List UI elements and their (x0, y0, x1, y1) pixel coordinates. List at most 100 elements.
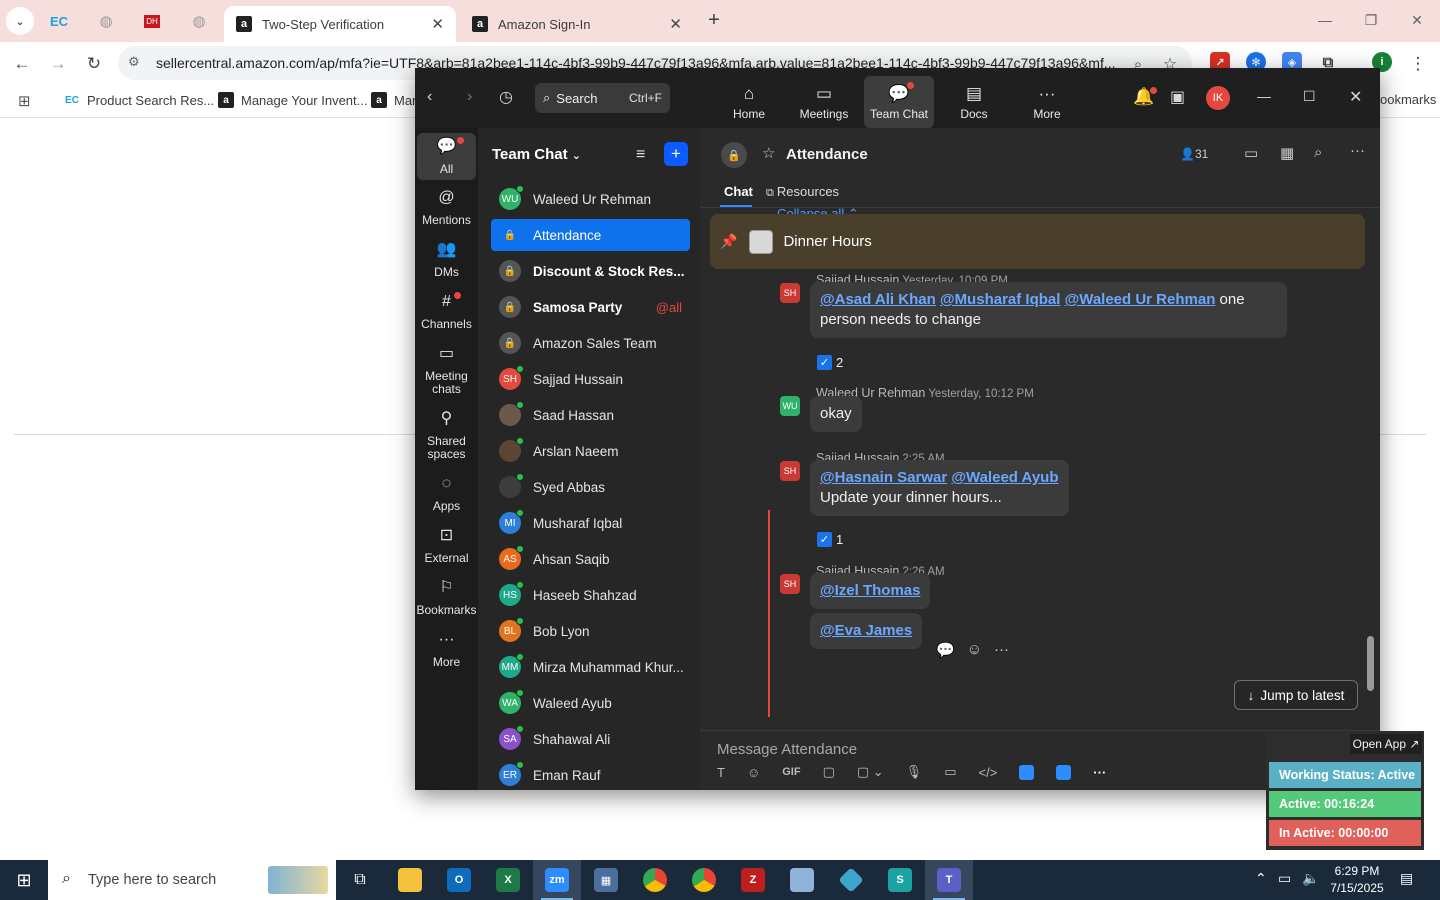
forward-arrow-icon[interactable]: › (467, 88, 472, 106)
calendar-icon[interactable]: ▦ (1280, 144, 1294, 162)
pinned-tab-4[interactable]: ◍ (188, 10, 210, 32)
gif-icon[interactable]: GIF (782, 766, 800, 778)
more-icon[interactable]: ··· (1093, 765, 1106, 780)
history-icon[interactable]: ◷ (499, 87, 513, 107)
channel-item[interactable]: 🔒 Discount & Stock Res... (491, 255, 690, 287)
rail-item-dms[interactable]: 👥 DMs (417, 242, 476, 279)
bell-icon[interactable]: 🔔 (1133, 87, 1158, 107)
dm-item[interactable]: MM Mirza Muhammad Khur... (491, 651, 690, 683)
chevron-up-icon[interactable]: ⌃ (1255, 870, 1267, 887)
avatar[interactable]: SH (780, 283, 800, 303)
app-icon[interactable] (1019, 764, 1035, 780)
teams-app-icon[interactable]: T (925, 860, 973, 900)
message-bubble[interactable]: @Asad Ali Khan @Musharaf Iqbal @Waleed U… (810, 282, 1287, 338)
rail-item-channels[interactable]: # Channels (417, 292, 476, 331)
close-button[interactable]: ✕ (1349, 87, 1362, 107)
minimize-button[interactable]: — (1257, 88, 1271, 104)
microphone-icon[interactable]: 🎙 (906, 764, 923, 780)
task-view-icon[interactable]: ⧉ (336, 860, 384, 900)
gift-icon[interactable]: ▣ (1170, 87, 1185, 107)
nav-meetings[interactable]: ▭ Meetings (789, 76, 859, 128)
volume-icon[interactable]: 🔈 (1302, 870, 1319, 887)
mention-link[interactable]: @Musharaf Iqbal (940, 291, 1060, 308)
emoji-icon[interactable]: ☺ (967, 641, 982, 659)
avatar[interactable]: WU (780, 396, 800, 416)
reload-button[interactable]: ↻ (80, 50, 108, 78)
notification-icon[interactable]: ▤ (1400, 870, 1413, 887)
rail-item-mentions[interactable]: @ Mentions (417, 190, 476, 227)
mention-link[interactable]: @Izel Thomas (820, 582, 920, 599)
restore-button[interactable]: ❐ (1348, 6, 1394, 34)
pinned-tab-2[interactable]: ◍ (95, 10, 117, 32)
new-tab-button[interactable]: + (702, 8, 726, 32)
reply-icon[interactable]: 💬 (936, 641, 955, 659)
all-bookmarks[interactable]: ookmarks (1380, 92, 1436, 107)
bookmark-product-search[interactable]: EC Product Search Res... (64, 92, 214, 108)
menu-icon[interactable]: ⋮ (1404, 50, 1432, 78)
code-icon[interactable]: </> (978, 765, 997, 780)
mention-link[interactable]: @Hasnain Sarwar (820, 469, 947, 486)
more-icon[interactable]: ··· (994, 641, 1009, 659)
diamond-app-icon[interactable] (827, 860, 875, 900)
system-clock[interactable]: 6:29 PM 7/15/2025 (1322, 863, 1392, 897)
dm-item[interactable]: Saad Hassan (491, 399, 690, 431)
video-icon[interactable]: ▭ (1244, 144, 1258, 162)
rail-item-external[interactable]: ⊡ External (417, 528, 476, 565)
dm-item[interactable]: HS Haseeb Shahzad (491, 579, 690, 611)
dm-item[interactable]: SA Shahawal Ali (491, 723, 690, 755)
mention-link[interactable]: @Asad Ali Khan (820, 291, 936, 308)
chrome-profile-icon[interactable] (680, 860, 728, 900)
dm-item[interactable]: Arslan Naeem (491, 435, 690, 467)
search-icon[interactable]: ⌕ (1314, 144, 1322, 161)
file-explorer-icon[interactable] (386, 860, 434, 900)
reaction-checkmark[interactable]: ✓ 2 (817, 355, 843, 370)
avatar[interactable]: SH (780, 461, 800, 481)
dm-item[interactable]: ER Eman Rauf (491, 759, 690, 790)
channel-list-title[interactable]: Team Chat ⌄ (492, 146, 581, 163)
nav-team-chat[interactable]: 💬 Team Chat (864, 76, 934, 128)
close-icon[interactable]: ✕ (669, 15, 682, 33)
nav-more[interactable]: ··· More (1012, 76, 1082, 128)
dm-item[interactable]: MI Musharaf Iqbal (491, 507, 690, 539)
minimize-button[interactable]: — (1302, 6, 1348, 34)
bookmark-manage-inventory[interactable]: a Manage Your Invent... (218, 92, 367, 108)
pinned-tab-ec[interactable]: EC (48, 10, 70, 32)
zoom-app-icon[interactable]: zm (533, 860, 581, 900)
rail-item-meeting-chats[interactable]: ▭ Meeting chats (417, 346, 476, 396)
dm-item[interactable]: SH Sajjad Hussain (491, 363, 690, 395)
forward-button[interactable]: → (44, 50, 72, 78)
message-bubble[interactable]: okay (810, 396, 862, 432)
search-box[interactable]: ⌕ Search Ctrl+F (535, 83, 670, 113)
bookmark-mar[interactable]: a Mar (371, 92, 416, 108)
dm-item[interactable]: AS Ahsan Saqib (491, 543, 690, 575)
channel-item[interactable]: 🔒 Samosa Party @all (491, 291, 690, 323)
close-icon[interactable]: ✕ (431, 15, 444, 33)
tab-two-step-verification[interactable]: a Two-Step Verification ✕ (224, 6, 456, 42)
mention-link[interactable]: @Waleed Ayub (951, 469, 1058, 486)
pinned-tab-3[interactable]: DH (141, 10, 163, 32)
mention-link[interactable]: @Waleed Ur Rehman (1065, 291, 1216, 308)
tab-resources[interactable]: ⧉ Resources (766, 184, 839, 200)
calculator-icon[interactable]: ▦ (582, 860, 630, 900)
apps-grid-icon[interactable]: ⊞ (18, 92, 31, 110)
tab-chat[interactable]: Chat (724, 184, 753, 199)
outlook-icon[interactable]: O (435, 860, 483, 900)
filezilla-icon[interactable]: Z (729, 860, 777, 900)
mention-link[interactable]: @Eva James (820, 622, 912, 639)
dm-item[interactable]: BL Bob Lyon (491, 615, 690, 647)
network-icon[interactable]: ▭ (1278, 870, 1291, 887)
screenshot-icon[interactable]: ▢ ⌄ (857, 764, 884, 780)
file-icon[interactable]: ▢ (823, 764, 835, 780)
excel-icon[interactable]: X (484, 860, 532, 900)
chrome-icon[interactable] (631, 860, 679, 900)
new-chat-button[interactable]: + (664, 142, 688, 166)
back-button[interactable]: ← (8, 50, 36, 78)
avatar[interactable]: SH (780, 574, 800, 594)
notes-app-icon[interactable] (778, 860, 826, 900)
back-arrow-icon[interactable]: ‹ (427, 88, 432, 106)
dm-item[interactable]: WU Waleed Ur Rehman (491, 183, 690, 215)
jump-to-latest-button[interactable]: ↓ Jump to latest (1234, 680, 1358, 710)
filter-icon[interactable]: ≡ (636, 146, 645, 164)
rail-item-apps[interactable]: ◌ Apps (417, 476, 476, 513)
channel-item[interactable]: 🔒 Attendance (491, 219, 690, 251)
